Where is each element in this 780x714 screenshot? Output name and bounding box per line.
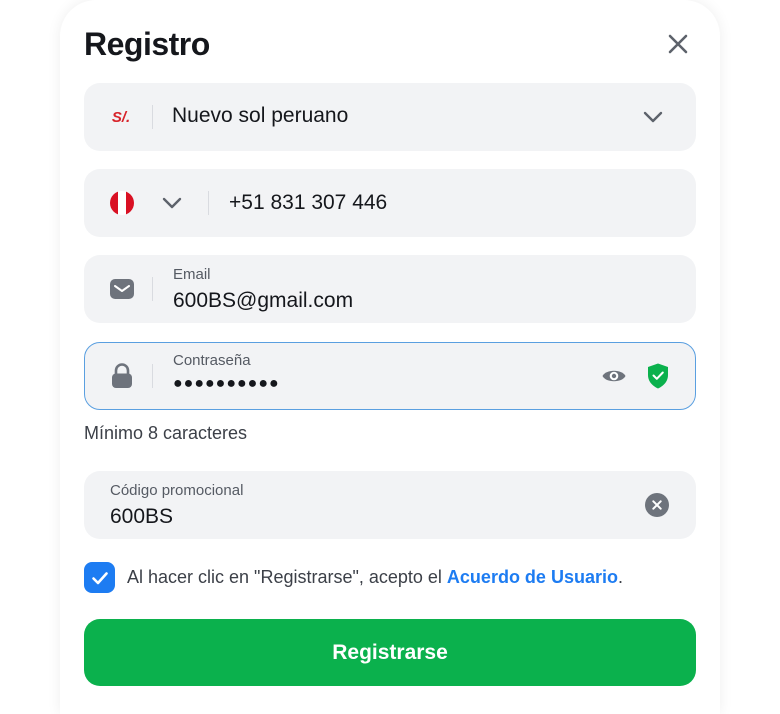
peru-flag-icon xyxy=(110,191,134,215)
terms-text-after: . xyxy=(617,567,623,587)
password-label: Contraseña xyxy=(173,352,251,369)
envelope-icon xyxy=(110,279,134,299)
email-field[interactable]: Email 600BS@gmail.com xyxy=(84,255,696,323)
terms-text-before: Al hacer clic en "Registrarse", acepto e… xyxy=(127,567,447,587)
terms-checkbox[interactable] xyxy=(84,562,115,593)
terms-text: Al hacer clic en "Registrarse", acepto e… xyxy=(127,567,623,588)
promo-input[interactable]: 600BS xyxy=(110,505,173,529)
currency-value: Nuevo sol peruano xyxy=(172,104,349,127)
email-label: Email xyxy=(173,266,211,283)
phone-field[interactable]: +51 831 307 446 xyxy=(84,169,696,237)
password-input[interactable]: ●●●●●●●●●● xyxy=(173,375,280,393)
currency-symbol-icon: S/. xyxy=(111,108,131,126)
user-agreement-link[interactable]: Acuerdo de Usuario xyxy=(447,567,618,587)
password-hint: Mínimo 8 caracteres xyxy=(84,423,248,443)
field-divider xyxy=(152,277,153,301)
promo-code-field[interactable]: Código promocional 600BS xyxy=(84,471,696,539)
checkmark-icon xyxy=(91,571,108,584)
shield-check-icon xyxy=(648,363,668,389)
country-chevron-down-icon[interactable] xyxy=(160,191,184,215)
promo-label: Código promocional xyxy=(110,482,244,499)
currency-select[interactable]: S/. Nuevo sol peruano xyxy=(84,83,696,151)
clear-circle-icon[interactable] xyxy=(644,492,670,518)
close-button[interactable] xyxy=(664,30,692,58)
chevron-down-icon[interactable] xyxy=(641,105,665,129)
email-input[interactable]: 600BS@gmail.com xyxy=(173,289,353,313)
close-icon xyxy=(668,34,688,54)
dialog-title: Registro xyxy=(84,26,210,62)
field-divider xyxy=(208,191,209,215)
field-divider xyxy=(152,364,153,388)
phone-input[interactable]: +51 831 307 446 xyxy=(229,191,387,215)
register-button[interactable]: Registrarse xyxy=(84,619,696,686)
lock-icon xyxy=(112,363,132,388)
password-field[interactable]: Contraseña ●●●●●●●●●● xyxy=(84,342,696,410)
eye-icon[interactable] xyxy=(601,363,627,389)
field-divider xyxy=(152,105,153,129)
